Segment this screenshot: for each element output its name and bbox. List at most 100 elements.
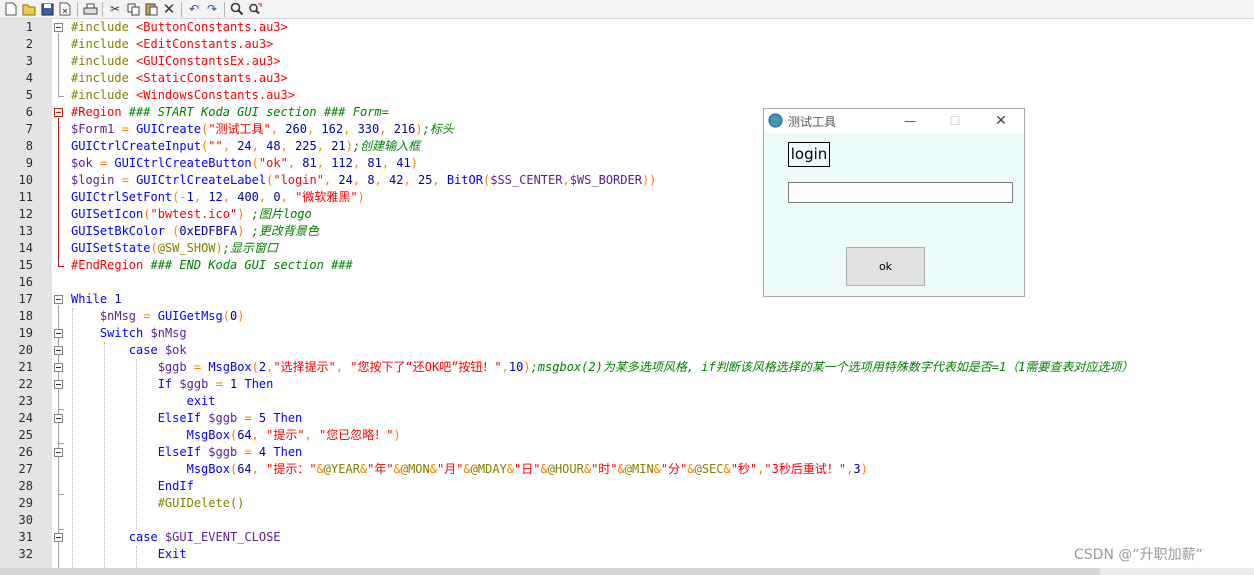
find-icon[interactable] [228, 1, 246, 18]
toolbar-separator [77, 1, 78, 17]
line-number: 13 [18, 224, 33, 238]
minimize-icon[interactable]: — [901, 112, 919, 130]
line-number: 12 [18, 207, 33, 221]
code-line: exit [186, 394, 216, 408]
code-line: If $ggb = 1 Then [157, 377, 274, 391]
toolbar-separator [181, 1, 182, 17]
code-line: $nMsg = GUIGetMsg(0) [99, 309, 245, 323]
line-number: 7 [25, 122, 33, 136]
code-line: #include <GUIConstantsEx.au3> [71, 54, 281, 68]
code-line: case $ok [128, 343, 187, 357]
preview-dialog: 测试工具 — ☐ ✕ login ok [763, 108, 1025, 297]
line-number: 20 [18, 343, 33, 357]
code-line: $ok = GUICtrlCreateButton("ok", 81, 112,… [71, 156, 418, 170]
code-line: #include <StaticConstants.au3> [71, 71, 288, 85]
open-file-icon[interactable] [20, 1, 38, 18]
fold-toggle[interactable] [54, 414, 63, 423]
line-number: 14 [18, 241, 33, 255]
line-number: 27 [18, 462, 33, 476]
fold-toggle[interactable] [54, 363, 63, 372]
fold-toggle[interactable] [54, 533, 63, 542]
dialog-titlebar[interactable]: 测试工具 — ☐ ✕ [764, 109, 1024, 133]
code-line: #Region ### START Koda GUI section ### F… [71, 105, 389, 119]
close-icon[interactable]: ✕ [992, 112, 1010, 130]
line-number: 30 [18, 513, 33, 527]
fold-end [58, 96, 64, 97]
line-number: 19 [18, 326, 33, 340]
line-number: 9 [25, 156, 33, 170]
undo-icon[interactable]: ↶ [185, 1, 203, 18]
save-as-icon[interactable] [56, 1, 74, 18]
code-line: case $GUI_EVENT_CLOSE [128, 530, 281, 544]
line-number: 6 [25, 105, 33, 119]
toolbar-separator [102, 1, 103, 17]
fold-toggle[interactable] [54, 329, 63, 338]
print-icon[interactable] [81, 1, 99, 18]
redo-icon[interactable]: ↷ [203, 1, 221, 18]
code-line: $login = GUICtrlCreateLabel("login", 24,… [71, 173, 657, 187]
line-number: 4 [25, 71, 33, 85]
replace-icon[interactable] [246, 1, 264, 18]
app-globe-icon [768, 113, 783, 132]
line-number: 24 [18, 411, 33, 425]
copy-icon[interactable] [124, 1, 142, 18]
fold-toggle[interactable] [54, 346, 63, 355]
new-file-icon[interactable] [2, 1, 20, 18]
line-number: 22 [18, 377, 33, 391]
dialog-input[interactable] [788, 182, 1013, 203]
line-number: 10 [18, 173, 33, 187]
code-line: $Form1 = GUICreate("测试工具", 260, 162, 330… [71, 122, 454, 136]
line-number: 1 [25, 20, 33, 34]
code-line: #include <WindowsConstants.au3> [71, 88, 295, 102]
line-number: 25 [18, 428, 33, 442]
fold-toggle[interactable] [54, 23, 63, 32]
line-number: 18 [18, 309, 33, 323]
line-number: 2 [25, 37, 33, 51]
fold-margin [52, 19, 66, 568]
delete-icon[interactable]: ✕ [160, 0, 178, 18]
login-label: login [788, 142, 830, 167]
fold-end [58, 266, 64, 267]
line-number: 11 [18, 190, 33, 204]
fold-toggle[interactable] [54, 295, 63, 304]
code-line: While 1 [71, 292, 122, 306]
code-line: GUICtrlCreateInput("", 24, 48, 225, 21);… [71, 139, 421, 153]
line-number: 26 [18, 445, 33, 459]
line-number: 32 [18, 547, 33, 561]
dialog-title: 测试工具 [788, 115, 837, 129]
line-number: 28 [18, 479, 33, 493]
code-line: GUISetIcon("bwtest.ico") ;图片logo [71, 207, 312, 221]
line-number: 5 [25, 88, 33, 102]
line-number: 8 [25, 139, 33, 153]
code-line: Switch $nMsg [99, 326, 187, 340]
horizontal-scrollbar-thumb[interactable] [0, 568, 1100, 575]
fold-toggle[interactable] [54, 380, 63, 389]
line-number: 21 [18, 360, 33, 374]
save-icon[interactable] [38, 1, 56, 18]
code-line: GUISetState(@SW_SHOW);显示窗口 [71, 241, 278, 255]
cut-icon[interactable]: ✂ [106, 1, 124, 18]
code-line: ElseIf $ggb = 4 Then [157, 445, 303, 459]
line-number: 29 [18, 496, 33, 510]
paste-icon[interactable] [142, 1, 160, 18]
line-number: 15 [18, 258, 33, 272]
fold-line [58, 33, 59, 96]
line-number: 16 [18, 275, 33, 289]
ok-button[interactable]: ok [846, 247, 925, 286]
fold-end [58, 443, 64, 444]
fold-toggle[interactable] [54, 108, 63, 117]
fold-toggle[interactable] [54, 448, 63, 457]
line-number: 23 [18, 394, 33, 408]
code-line: GUISetBkColor (0xEDFBFA) ;更改背景色 [71, 224, 319, 238]
fold-line [58, 118, 59, 266]
code-line: #include <ButtonConstants.au3> [71, 20, 288, 34]
watermark: CSDN @“升职加薪“ [1074, 547, 1203, 563]
code-line: #EndRegion ### END Koda GUI section ### [71, 258, 353, 272]
code-line: MsgBox(64, "提示", "您已忽略！") [186, 428, 401, 442]
maximize-icon[interactable]: ☐ [946, 112, 964, 130]
fold-end [58, 409, 64, 410]
code-line: ElseIf $ggb = 5 Then [157, 411, 303, 425]
line-number: 17 [18, 292, 33, 306]
code-line: MsgBox(64, "提示："&@YEAR&"年"&@MON&"月"&@MDA… [186, 462, 868, 476]
line-number: 3 [25, 54, 33, 68]
